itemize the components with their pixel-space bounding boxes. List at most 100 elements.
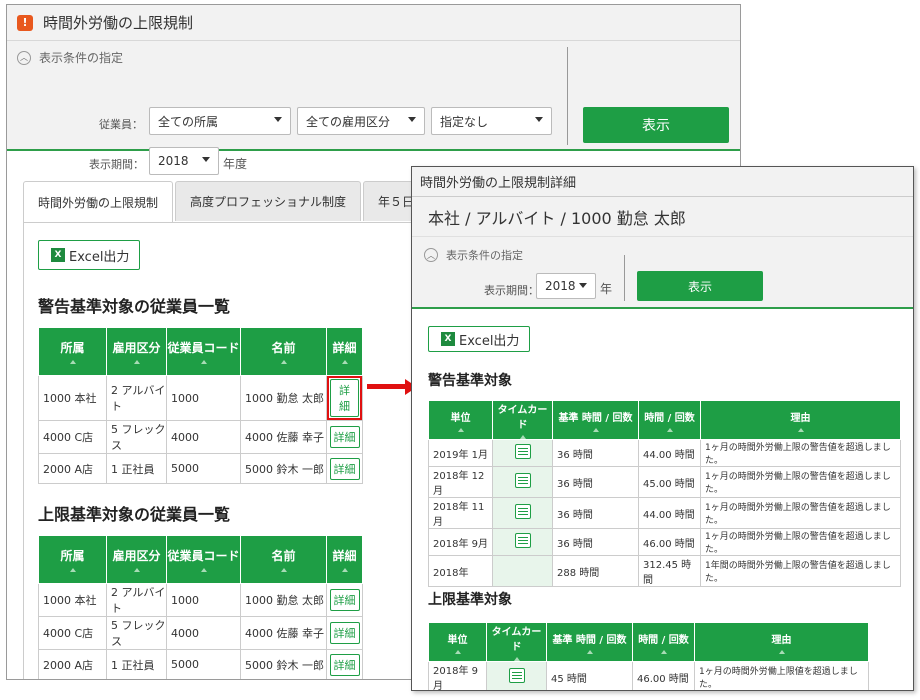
detail-title: 時間外労働の上限規制詳細	[420, 176, 577, 191]
detail-button[interactable]: 詳細	[329, 426, 360, 448]
dropdown-arrow-icon	[274, 117, 282, 122]
column-header[interactable]: 名前	[240, 535, 327, 584]
column-header-label: 従業員コード	[167, 341, 240, 355]
employment-type-select[interactable]: 全ての雇用区分	[297, 107, 425, 135]
title-bar: ! 時間外労働の上限規制	[7, 5, 740, 41]
column-header[interactable]: 雇用区分	[106, 327, 167, 376]
page-title: 時間外労働の上限規制	[43, 14, 194, 32]
table-row: 2018年 11月 36 時間 44.00 時間 1ヶ月の時間外労働上限の警告値を超過…	[428, 497, 901, 529]
column-header-label: 理由	[771, 634, 792, 646]
detail-button[interactable]: 詳細	[329, 622, 360, 644]
column-header[interactable]: 従業員コード	[166, 535, 241, 584]
detail-condition-panel: ︿ 表示条件の指定 表示期間： 2018 年 表示	[412, 237, 913, 309]
affiliation-select-value: 全ての所属	[158, 114, 219, 129]
excel-export-button[interactable]: X Excel出力	[38, 240, 141, 270]
detail-button[interactable]: 詳細	[329, 653, 360, 676]
table-header-row: 所属 雇用区分 従業員コード 名前 詳細	[38, 327, 363, 376]
timecard-icon[interactable]	[508, 668, 525, 683]
table-row: 2018年 288 時間 312.45 時間 1年間の時間外労働上限の警告値を超過しま…	[428, 555, 901, 587]
sort-icon	[341, 360, 348, 364]
table-row: 4000 C店 5 フレックス 4000 4000 佐藤 幸子 詳細	[38, 420, 363, 454]
table-cell: 1 正社員	[106, 649, 167, 679]
table-cell: 2019年 1月	[428, 439, 493, 467]
sort-icon	[341, 568, 348, 572]
detail-show-button[interactable]: 表示	[637, 271, 763, 301]
column-header[interactable]: 単位	[428, 400, 493, 440]
table-row: 1000 本社 2 アルバイト 1000 1000 勤怠 太郎 詳細	[38, 583, 363, 617]
chevron-up-icon: ︿	[424, 248, 438, 262]
sort-icon	[454, 649, 461, 654]
column-header[interactable]: 所属	[38, 327, 107, 376]
column-header[interactable]: 理由	[700, 400, 901, 440]
column-header[interactable]: 単位	[428, 622, 487, 662]
table-row: 2019年 1月 36 時間 44.00 時間 1ヶ月の時間外労働上限の警告値を超過し…	[428, 439, 901, 467]
table-cell: 2018年	[428, 555, 493, 587]
timecard-icon[interactable]	[514, 473, 531, 488]
column-header[interactable]: 時間 / 回数	[638, 400, 701, 440]
timecard-icon[interactable]	[514, 444, 531, 459]
table-cell: 36 時間	[552, 497, 639, 529]
condition-toggle[interactable]: ︿ 表示条件の指定	[17, 49, 123, 66]
column-header[interactable]: 従業員コード	[166, 327, 241, 376]
detail-year-select[interactable]: 2018	[536, 273, 596, 299]
table-row: 1000 本社 2 アルバイト 1000 1000 勤怠 太郎 詳細	[38, 375, 363, 421]
dropdown-arrow-icon	[535, 117, 543, 122]
table-cell: 2000 A店	[38, 649, 107, 679]
column-header[interactable]: 詳細	[326, 535, 363, 584]
detail-button[interactable]: 詳細	[330, 379, 359, 417]
column-header[interactable]: 基準 時間 / 回数	[552, 400, 639, 440]
table-cell: 4000	[166, 616, 241, 650]
detail-year-select-value: 2018	[545, 279, 576, 293]
sort-icon	[666, 427, 673, 432]
column-header-label: 基準 時間 / 回数	[558, 412, 633, 424]
table-cell: 36 時間	[552, 466, 639, 498]
table-row: 2018年 12月 36 時間 45.00 時間 1ヶ月の時間外労働上限の警告値を超過…	[428, 466, 901, 498]
detail-condition-toggle[interactable]: ︿ 表示条件の指定	[424, 247, 523, 263]
show-button[interactable]: 表示	[583, 107, 729, 143]
year-select[interactable]: 2018	[149, 147, 219, 175]
sort-icon	[457, 427, 464, 432]
column-header[interactable]: 詳細	[326, 327, 363, 376]
sort-icon	[660, 649, 667, 654]
sort-icon	[280, 568, 287, 572]
detail-cell: 詳細	[326, 453, 363, 484]
table-cell: 1000	[166, 375, 241, 421]
timecard-cell	[492, 555, 553, 587]
column-header[interactable]: 名前	[240, 327, 327, 376]
detail-excel-export-button[interactable]: X Excel出力	[428, 326, 531, 352]
detail-cell: 詳細	[326, 649, 363, 679]
tab-overtime-limit[interactable]: 時間外労働の上限規制	[23, 181, 174, 223]
detail-button[interactable]: 詳細	[329, 589, 360, 611]
chevron-up-icon: ︿	[17, 50, 31, 65]
column-header[interactable]: 所属	[38, 535, 107, 584]
condition-header-label: 表示条件の指定	[39, 51, 124, 65]
timecard-icon[interactable]	[514, 533, 531, 548]
pointer-arrow	[367, 384, 407, 389]
table-cell: 5 フレックス	[106, 616, 167, 650]
table-cell: 1000 本社	[38, 583, 107, 617]
limit-list-title: 上限基準対象の従業員一覧	[38, 505, 231, 524]
detail-warning-table: 単位 タイムカード 基準 時間 / 回数 時間 / 回数 理由 2019年 1月 36 時間…	[428, 400, 901, 587]
detail-button[interactable]: 詳細	[329, 457, 360, 480]
table-cell: 1ヶ月の時間外労働上限の警告値を超過しました。	[700, 528, 901, 556]
dropdown-arrow-icon	[579, 283, 587, 288]
column-header[interactable]: タイムカード	[492, 400, 553, 440]
column-header[interactable]: 理由	[694, 622, 869, 662]
detail-title-bar: 時間外労働の上限規制詳細	[412, 167, 913, 197]
column-header[interactable]: 雇用区分	[106, 535, 167, 584]
sort-icon	[519, 435, 526, 439]
column-header[interactable]: タイムカード	[486, 622, 547, 662]
detail-cell: 詳細	[326, 583, 363, 617]
affiliation-select[interactable]: 全ての所属	[149, 107, 291, 135]
limit-employee-table: 所属 雇用区分 従業員コード 名前 詳細 1000 本社 2 アルバイト 1000 1000 勤…	[38, 535, 363, 679]
employee-label: 従業員：	[99, 118, 143, 131]
table-cell: 4000	[166, 420, 241, 454]
table-cell: 1 正社員	[106, 453, 167, 484]
sort-icon	[69, 568, 76, 572]
column-header[interactable]: 時間 / 回数	[632, 622, 695, 662]
table-cell: 45.00 時間	[638, 466, 701, 498]
column-header[interactable]: 基準 時間 / 回数	[546, 622, 633, 662]
employee-select[interactable]: 指定なし	[431, 107, 552, 135]
tab-high-professional[interactable]: 高度プロフェッショナル制度	[175, 181, 362, 221]
timecard-icon[interactable]	[514, 504, 531, 519]
